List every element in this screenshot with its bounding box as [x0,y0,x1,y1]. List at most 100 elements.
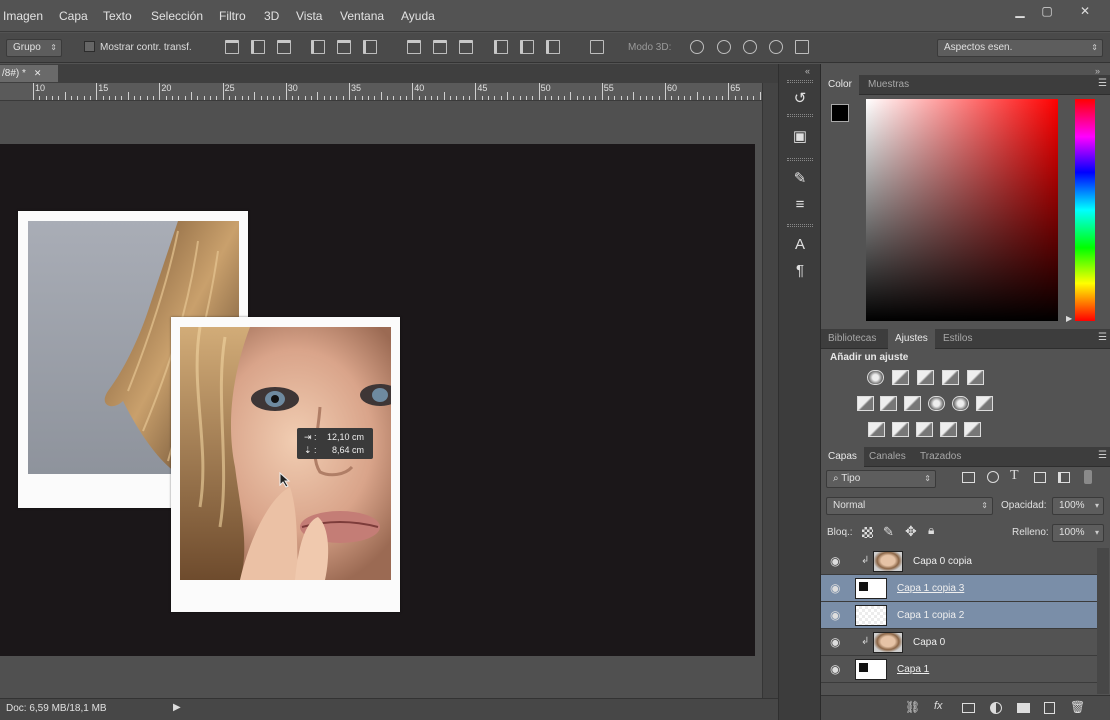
layer-name[interactable]: Capa 0 [913,637,945,648]
hue-saturation-icon[interactable] [857,396,874,411]
workspace-dropdown[interactable]: Aspectos esen. ⇕ [937,39,1103,57]
panel-grip[interactable] [787,80,813,83]
channel-mixer-icon[interactable] [952,396,969,411]
layer-row[interactable]: ◉ Capa 1 [821,656,1097,683]
visibility-eye-icon[interactable]: ◉ [830,582,844,594]
layer-thumbnail[interactable] [855,605,887,626]
tab-styles[interactable]: Estilos [936,329,979,349]
layer-thumbnail[interactable] [855,659,887,680]
maximize-button[interactable]: ▢ [1034,4,1060,18]
align-left-icon[interactable] [311,40,325,54]
align-hcenter-icon[interactable] [337,40,351,54]
lock-all-icon[interactable]: 🔒︎ [928,523,934,538]
tab-libraries[interactable]: Bibliotecas [821,329,883,349]
tab-layers[interactable]: Capas [821,447,864,467]
history-icon[interactable]: ↺ [791,90,809,108]
auto-select-dropdown[interactable]: Grupo ⇕ [6,39,62,57]
levels-icon[interactable] [892,370,909,385]
link-layers-icon[interactable]: ⛓︎ [905,700,920,714]
vibrance-icon[interactable] [967,370,984,385]
filter-toggle-switch[interactable] [1084,470,1092,484]
menu-item-imagen[interactable]: Imagen [3,9,43,23]
panel-menu-icon[interactable]: ☰ [1098,450,1107,461]
panel-menu-icon[interactable]: ☰ [1098,78,1107,89]
filter-shape-icon[interactable] [1034,472,1046,483]
polaroid-front[interactable] [171,317,400,612]
layer-thumbnail[interactable] [873,551,903,572]
minimize-button[interactable]: ▁ [1007,4,1033,18]
gradient-map-icon[interactable] [964,422,981,437]
filter-pixel-icon[interactable] [962,472,975,483]
distribute-left-icon[interactable] [494,40,508,54]
tab-paths[interactable]: Trazados [913,447,968,467]
blend-mode-dropdown[interactable]: Normal ⇕ [826,497,993,515]
distribute-top-icon[interactable] [407,40,421,54]
scale-3d-icon[interactable] [795,40,809,54]
delete-layer-icon[interactable]: 🗑︎ [1070,700,1085,714]
menu-item-texto[interactable]: Texto [103,9,132,23]
align-right-icon[interactable] [363,40,377,54]
panel-grip[interactable] [787,114,813,117]
distribute-bottom-icon[interactable] [459,40,473,54]
filter-type-icon[interactable]: T [1010,468,1019,484]
status-menu-arrow-icon[interactable]: ▶ [173,702,181,713]
layer-row[interactable]: ◉ ↲ Capa 0 [821,629,1097,656]
chevron-down-icon[interactable]: ▾ [1095,498,1099,514]
new-adjustment-layer-icon[interactable] [990,702,1002,714]
close-tab-icon[interactable]: ✕ [34,68,42,78]
menu-item-ayuda[interactable]: Ayuda [401,9,435,23]
brush-presets-icon[interactable]: ✎ [791,170,809,188]
invert-icon[interactable] [868,422,885,437]
lock-pixels-icon[interactable]: ✎ [883,524,894,540]
layer-row[interactable]: ◉ ↲ Capa 0 copia [821,548,1097,575]
foreground-color-swatch[interactable] [831,104,849,122]
chevron-down-icon[interactable]: ▾ [1095,525,1099,541]
tab-adjustments[interactable]: Ajustes [888,329,935,349]
character-icon[interactable]: A [791,236,809,254]
layer-filter-dropdown[interactable]: ⌕ Tipo ⇕ [826,470,936,488]
color-lookup-icon[interactable] [976,396,993,411]
brush-settings-icon[interactable]: ≡ [791,196,809,214]
visibility-eye-icon[interactable]: ◉ [830,609,844,621]
canvas[interactable]: ⇥ : 12,10 cm ⇣ : 8,64 cm [0,144,755,656]
layer-name[interactable]: Capa 1 copia 3 [897,583,964,594]
filter-smart-object-icon[interactable] [1058,472,1070,483]
align-vcenter-icon[interactable] [251,40,265,54]
vertical-scrollbar[interactable] [762,83,778,698]
new-layer-icon[interactable] [1044,702,1055,714]
visibility-eye-icon[interactable]: ◉ [830,663,844,675]
photo-filter-icon[interactable] [928,396,945,411]
opacity-field[interactable]: 100% ▾ [1052,497,1104,515]
menu-item-ventana[interactable]: Ventana [340,9,384,23]
color-balance-icon[interactable] [880,396,897,411]
layer-name[interactable]: Capa 1 [897,664,929,675]
actions-icon[interactable]: ▣ [791,128,809,146]
roll-3d-icon[interactable] [717,40,731,54]
distribute-vcenter-icon[interactable] [433,40,447,54]
layer-row[interactable]: ◉ Capa 1 copia 3 [821,575,1097,602]
panel-menu-icon[interactable]: ☰ [1098,332,1107,343]
selective-color-icon[interactable] [940,422,957,437]
menu-item-seleccion[interactable]: Selección [151,9,203,23]
threshold-icon[interactable] [916,422,933,437]
align-bottom-icon[interactable] [277,40,291,54]
align-top-icon[interactable] [225,40,239,54]
curves-icon[interactable] [917,370,934,385]
tab-channels[interactable]: Canales [862,447,913,467]
fill-field[interactable]: 100% ▾ [1052,524,1104,542]
layer-thumbnail[interactable] [855,578,887,599]
panel-grip[interactable] [787,158,813,161]
drag-3d-icon[interactable] [743,40,757,54]
layer-name[interactable]: Capa 1 copia 2 [897,610,964,621]
tab-swatches[interactable]: Muestras [861,75,916,95]
layer-name[interactable]: Capa 0 copia [913,556,972,567]
brightness-contrast-icon[interactable] [867,370,884,385]
panel-grip[interactable] [787,224,813,227]
menu-item-capa[interactable]: Capa [59,9,88,23]
menu-item-vista[interactable]: Vista [296,9,322,23]
filter-adjustment-icon[interactable] [987,471,999,483]
black-white-icon[interactable] [904,396,921,411]
distribute-hcenter-icon[interactable] [520,40,534,54]
auto-align-icon[interactable] [590,40,604,54]
new-group-icon[interactable] [1017,703,1030,713]
